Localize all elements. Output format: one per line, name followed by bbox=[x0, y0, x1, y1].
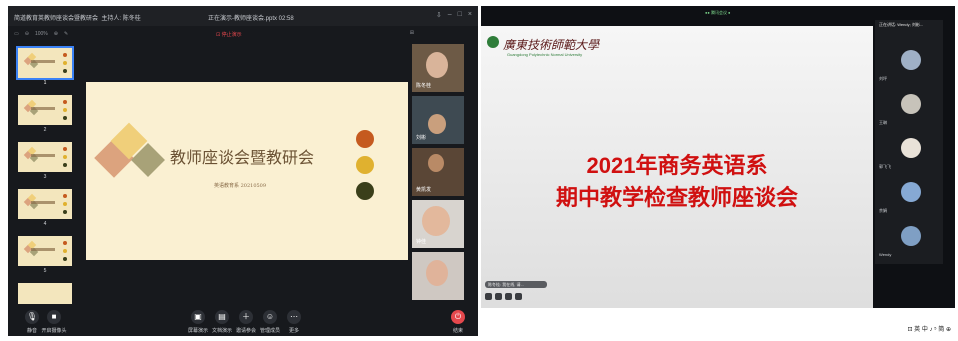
zoom-out-icon[interactable]: ⊖ bbox=[25, 31, 29, 37]
presented-slide: 教师座谈会暨教研会 英语教育系 20210509 bbox=[86, 82, 408, 260]
more-icon[interactable] bbox=[515, 293, 522, 300]
avatar bbox=[901, 50, 921, 70]
slide-thumbnail-list: 1 2 3 4 5 bbox=[14, 46, 76, 304]
participant-name: 郭飞飞 bbox=[879, 164, 891, 169]
slide-thumbnail[interactable]: 2 bbox=[14, 93, 76, 139]
meeting-window: 简道教育英教师座谈会暨教研会 主持人: 陈冬桂 正在演示-教师座谈会.pptx … bbox=[8, 6, 478, 336]
slide-number: 5 bbox=[43, 268, 47, 274]
participant-name: Wendy bbox=[879, 252, 892, 257]
mini-toolbar bbox=[485, 293, 522, 300]
presentation-toolbar: ▭ ⊖ 100% ⊕ ✎ ⊡ 停止演示 ⊞ bbox=[8, 28, 478, 42]
meeting-title: 简道教育英教师座谈会暨教研会 主持人: 陈冬桂 bbox=[14, 16, 141, 22]
speaking-header: 正在讲话: Wendy; 刘彬... bbox=[879, 22, 924, 27]
taskbar: ⊡ 英 中 ♪ ⁵ 简 ⊕ bbox=[481, 308, 955, 336]
meeting-control-bar: 🎙 静音 ■ 开启摄像头 ▣ 屏幕演示 ▤ 文档演示 ＋邀请参会 ☺ 管理成员 ⋯ 更多 ⏻… bbox=[8, 308, 478, 336]
pen-icon[interactable]: ✎ bbox=[64, 31, 68, 37]
participant-tile[interactable]: Wendy bbox=[875, 220, 943, 260]
slide-heading-line2: 期中教学检查教师座谈会 bbox=[555, 185, 798, 210]
slide-thumbnail[interactable]: 1 bbox=[14, 46, 76, 92]
slide-thumbnail[interactable]: 4 bbox=[14, 187, 76, 233]
participant-tile[interactable]: 钟佳 bbox=[412, 200, 464, 248]
participant-name: 钟佳 bbox=[416, 239, 427, 245]
participant-tile[interactable]: 刘彬 bbox=[412, 96, 464, 144]
avatar bbox=[901, 138, 921, 158]
camera-button[interactable]: ■ 开启摄像头 bbox=[34, 310, 74, 334]
university-name-cn: 廣東技術師範大學 bbox=[503, 38, 600, 52]
slide-number: 3 bbox=[43, 174, 47, 180]
slide-title: 教师座谈会暨教研会 bbox=[170, 148, 315, 167]
participant-tile[interactable]: 陈冬桂 bbox=[412, 44, 464, 92]
camera-icon: ■ bbox=[47, 310, 61, 324]
minimize-icon[interactable]: – bbox=[448, 11, 452, 19]
avatar bbox=[901, 182, 921, 202]
university-name-en: Guangdong Polytechnic Normal University bbox=[507, 52, 583, 57]
participant-tile[interactable]: 余娟 bbox=[875, 176, 943, 216]
recording-indicator: ●● 腾讯会议 ● bbox=[705, 10, 731, 15]
chat-icon[interactable] bbox=[505, 293, 512, 300]
window-controls: ⇩ – □ × bbox=[436, 11, 472, 19]
zoom-controls: ▭ ⊖ 100% ⊕ ✎ bbox=[14, 31, 68, 37]
avatar bbox=[901, 226, 921, 246]
slide-number: 4 bbox=[43, 221, 47, 227]
presenting-status: 正在演示-教师座谈会.pptx 02:58 bbox=[208, 16, 294, 22]
avatar bbox=[901, 94, 921, 114]
close-icon[interactable]: × bbox=[468, 11, 472, 19]
slide-thumbnail[interactable]: 5 bbox=[14, 234, 76, 280]
stop-share-button[interactable]: ⊡ 停止演示 bbox=[216, 31, 242, 38]
zoom-level: 100% bbox=[34, 31, 48, 37]
shared-slide: 廣東技術師範大學 Guangdong Polytechnic Normal Un… bbox=[481, 26, 873, 308]
participant-name: 黄凯发 bbox=[416, 187, 432, 193]
more-button[interactable]: ⋯ 更多 bbox=[274, 310, 314, 334]
participant-video bbox=[426, 52, 448, 78]
slide-number: 2 bbox=[43, 127, 47, 133]
participant-tile[interactable]: 郭飞飞 bbox=[875, 132, 943, 172]
decorative-circle bbox=[356, 156, 374, 174]
chat-popup[interactable]: 陈冬桂: 我在线, 请... bbox=[485, 281, 547, 288]
member-icon[interactable] bbox=[485, 293, 492, 300]
end-meeting-button[interactable]: ⏻ 结束 bbox=[438, 310, 478, 334]
participant-video-list: 陈冬桂 刘彬 黄凯发 钟佳 bbox=[412, 44, 464, 300]
maximize-icon[interactable]: □ bbox=[458, 11, 462, 19]
participant-video bbox=[428, 154, 444, 172]
participant-video bbox=[428, 114, 446, 134]
participant-name: 刘彬 bbox=[416, 135, 427, 141]
thumbnail-toggle-icon[interactable]: ▭ bbox=[14, 31, 19, 37]
participant-name: 陈冬桂 bbox=[416, 83, 432, 89]
decorative-circle bbox=[356, 182, 374, 200]
slide-number: 1 bbox=[43, 80, 47, 86]
camera-icon[interactable] bbox=[495, 293, 502, 300]
slide-thumbnail[interactable] bbox=[14, 281, 76, 304]
title-bar: 简道教育英教师座谈会暨教研会 主持人: 陈冬桂 正在演示-教师座谈会.pptx … bbox=[8, 6, 478, 26]
university-logo-icon bbox=[487, 36, 499, 48]
speaker-panel: 正在讲话: Wendy; 刘彬... 刘坪 王琳 郭飞飞 余娟 Wendy bbox=[875, 20, 943, 264]
participant-tile[interactable] bbox=[412, 252, 464, 300]
slide-thumbnail[interactable]: 3 bbox=[14, 140, 76, 186]
more-icon: ⋯ bbox=[287, 310, 301, 324]
zoom-in-icon[interactable]: ⊕ bbox=[54, 31, 58, 37]
participant-tile[interactable]: 王琳 bbox=[875, 88, 943, 128]
decorative-circle bbox=[356, 130, 374, 148]
participant-name: 刘坪 bbox=[879, 76, 887, 81]
layout-icon[interactable]: ⊞ bbox=[410, 30, 414, 36]
slide-heading-line1: 2021年商务英语系 bbox=[586, 153, 768, 178]
viewer-window: ●● 腾讯会议 ● 廣東技術師範大學 Guangdong Polytechnic… bbox=[481, 6, 955, 336]
screenshot-root: 简道教育英教师座谈会暨教研会 主持人: 陈冬桂 正在演示-教师座谈会.pptx … bbox=[0, 0, 958, 341]
pin-icon[interactable]: ⇩ bbox=[436, 11, 442, 19]
power-icon: ⏻ bbox=[451, 310, 465, 324]
participant-video bbox=[426, 260, 448, 286]
system-tray: ⊡ 英 中 ♪ ⁵ 简 ⊕ bbox=[907, 327, 951, 333]
participant-tile[interactable]: 刘坪 bbox=[875, 44, 943, 84]
participant-video bbox=[422, 206, 450, 236]
participant-name: 王琳 bbox=[879, 120, 887, 125]
participant-tile[interactable]: 黄凯发 bbox=[412, 148, 464, 196]
slide-subtitle: 英语教育系 20210509 bbox=[214, 183, 267, 189]
participant-name: 余娟 bbox=[879, 208, 887, 213]
